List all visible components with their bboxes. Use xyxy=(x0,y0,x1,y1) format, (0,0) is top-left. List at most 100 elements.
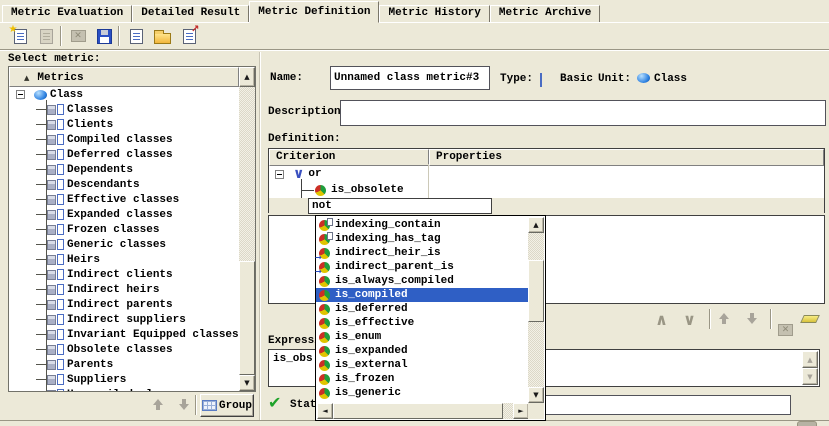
metric-icon xyxy=(47,374,64,386)
dropdown-item[interactable]: indexing_contain xyxy=(316,218,528,232)
tab-bar: Metric Evaluation Detailed Result Metric… xyxy=(0,0,829,23)
tree-item[interactable]: Expanded classes xyxy=(9,207,239,222)
tree-item[interactable]: Indirect heirs xyxy=(9,282,239,297)
panel-splitter[interactable] xyxy=(259,52,261,420)
criterion-move-down-button[interactable] xyxy=(744,310,760,326)
dropdown-item[interactable]: is_deferred xyxy=(316,302,528,316)
criterion-pie-doc-icon xyxy=(319,220,330,231)
properties-column-header[interactable]: Properties xyxy=(429,149,824,166)
tree-scrollbar-thumb[interactable] xyxy=(239,261,255,375)
collapse-icon[interactable] xyxy=(275,170,284,179)
tree-item[interactable]: Dependents xyxy=(9,162,239,177)
tree-item[interactable]: Frozen classes xyxy=(9,222,239,237)
manage-metrics-button[interactable] xyxy=(124,25,148,47)
dropdown-item[interactable]: is_expanded xyxy=(316,344,528,358)
dropdown-item-selected[interactable]: is_compiled xyxy=(316,288,528,302)
criterion-edit-box[interactable]: not xyxy=(308,198,492,214)
dropdown-hscrollbar-track[interactable] xyxy=(503,403,513,419)
group-button-label: Group xyxy=(219,400,252,412)
tab-metric-history[interactable]: Metric History xyxy=(379,5,489,22)
copy-metric-button[interactable] xyxy=(34,25,58,47)
description-label: Description xyxy=(268,106,341,118)
delete-metric-button[interactable]: ✕ xyxy=(66,25,90,47)
tree-item[interactable]: Generic classes xyxy=(9,237,239,252)
tree-item[interactable]: Deferred classes xyxy=(9,147,239,162)
criterion-column-header[interactable]: Criterion xyxy=(269,149,429,166)
metric-tool-window: Metric Evaluation Detailed Result Metric… xyxy=(0,0,829,426)
erase-criterion-button[interactable] xyxy=(800,315,820,323)
tab-metric-archive[interactable]: Metric Archive xyxy=(490,5,600,22)
insert-or-button[interactable]: ∨ xyxy=(683,312,696,328)
dropdown-item[interactable]: is_external xyxy=(316,358,528,372)
tree-scrollbar-track[interactable] xyxy=(239,87,255,261)
tree-item[interactable]: Classes xyxy=(9,102,239,117)
dropdown-item[interactable]: →indirect_heir_is xyxy=(316,246,528,260)
tree-item[interactable]: Indirect parents xyxy=(9,297,239,312)
name-input[interactable] xyxy=(330,66,490,90)
expression-scroll-down-button[interactable]: ▼ xyxy=(802,368,818,385)
tree-item[interactable]: Effective classes xyxy=(9,192,239,207)
dropdown-scroll-down-button[interactable]: ▼ xyxy=(528,387,544,403)
dropdown-item[interactable]: is_generic xyxy=(316,386,528,400)
criterion-pie-doc-icon xyxy=(319,234,330,245)
dropdown-item[interactable]: is_enum xyxy=(316,330,528,344)
criterion-move-up-button[interactable] xyxy=(716,310,732,326)
tree-scroll-up-button[interactable]: ▲ xyxy=(239,67,255,87)
insert-and-button[interactable]: ∧ xyxy=(655,312,668,328)
move-down-button[interactable] xyxy=(176,396,192,412)
group-button[interactable]: Group xyxy=(200,394,254,417)
tree-item[interactable]: Suppliers xyxy=(9,372,239,387)
dropdown-scrollbar-thumb[interactable] xyxy=(528,260,544,322)
comment-icon[interactable] xyxy=(797,421,817,426)
tree-item[interactable]: Heirs xyxy=(9,252,239,267)
save-metric-button[interactable] xyxy=(92,25,116,47)
tree-item[interactable]: Obsolete classes xyxy=(9,342,239,357)
tab-detailed-result[interactable]: Detailed Result xyxy=(132,5,249,22)
criterion-row-is-obsolete[interactable]: is_obsolete xyxy=(269,182,824,198)
new-metric-button[interactable]: ★ xyxy=(8,25,32,47)
move-up-button[interactable] xyxy=(150,396,166,412)
tree-item[interactable]: Parents xyxy=(9,357,239,372)
tab-metric-definition[interactable]: Metric Definition xyxy=(249,1,379,23)
metric-icon xyxy=(47,314,64,326)
tree-item[interactable]: Indirect clients xyxy=(9,267,239,282)
scroll-up-icon: ▲ xyxy=(533,221,538,229)
tree-root-class[interactable]: Class xyxy=(9,87,239,102)
dropdown-item[interactable]: is_always_compiled xyxy=(316,274,528,288)
tree-item[interactable]: Indirect suppliers xyxy=(9,312,239,327)
tree-item[interactable]: Descendants xyxy=(9,177,239,192)
open-metric-file-button[interactable] xyxy=(150,25,174,47)
collapse-icon[interactable] xyxy=(16,90,25,99)
dropdown-item[interactable]: →indirect_parent_is xyxy=(316,260,528,274)
tree-item[interactable]: Clients xyxy=(9,117,239,132)
dropdown-item[interactable]: is_effective xyxy=(316,316,528,330)
criterion-pie-icon xyxy=(319,290,330,301)
tree-item[interactable]: Invariant Equipped classes xyxy=(9,327,239,342)
metric-icon xyxy=(47,329,64,341)
dropdown-item[interactable]: indexing_has_tag xyxy=(316,232,528,246)
criterion-pie-icon xyxy=(319,332,330,343)
dropdown-scroll-left-button[interactable]: ◄ xyxy=(317,403,333,419)
tab-metric-evaluation[interactable]: Metric Evaluation xyxy=(2,5,132,22)
criterion-dropdown: indexing_contain indexing_has_tag →indir… xyxy=(315,215,546,421)
expression-scroll-up-button[interactable]: ▲ xyxy=(802,351,818,368)
tree-item-clipped[interactable]: Uncompiled classes xyxy=(9,387,239,391)
metric-icon xyxy=(47,224,64,236)
dropdown-hscrollbar-thumb[interactable] xyxy=(333,403,503,419)
tree-header[interactable]: ▲ Metrics xyxy=(9,67,239,87)
tree-scroll-down-button[interactable]: ▼ xyxy=(239,375,255,391)
metric-icon xyxy=(47,134,64,146)
description-input[interactable] xyxy=(340,100,826,126)
dropdown-item[interactable]: is_frozen xyxy=(316,372,528,386)
basic-type-icon xyxy=(540,73,542,87)
criterion-row-or[interactable]: ∨ or xyxy=(269,166,824,182)
scrollbar-corner xyxy=(528,403,544,419)
dropdown-scroll-right-button[interactable]: ► xyxy=(513,403,529,419)
export-metrics-button[interactable]: ↗ xyxy=(177,25,201,47)
metric-icon xyxy=(47,164,64,176)
dropdown-scroll-up-button[interactable]: ▲ xyxy=(528,217,544,233)
scroll-up-icon: ▲ xyxy=(244,73,249,81)
tree-item[interactable]: Compiled classes xyxy=(9,132,239,147)
remove-criterion-button[interactable]: ✕ xyxy=(778,324,793,336)
criterion-label: or xyxy=(308,168,321,180)
